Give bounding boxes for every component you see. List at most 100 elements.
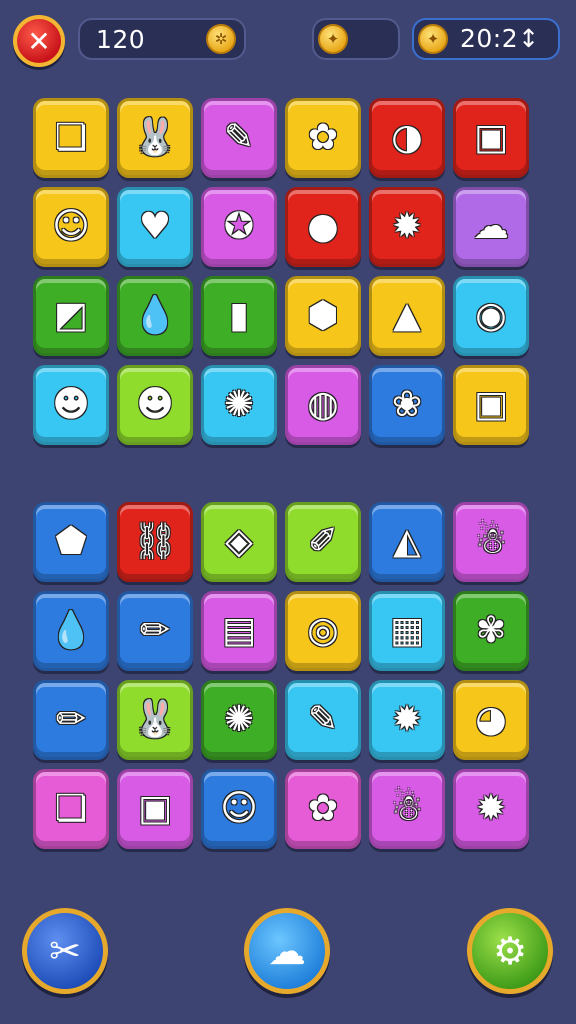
green-map-icon: ◭ [393,521,421,562]
tile-orange-monster[interactable]: ✺ [201,365,277,445]
tile-flower-face[interactable]: ❀ [369,365,445,445]
green-bag-icon: ▦ [389,610,424,651]
coin-icon: ✲ [206,24,236,54]
tile-pink-crayon[interactable]: ✏ [117,591,193,671]
tile-bunny[interactable]: 🐰 [117,680,193,760]
tile-red-heart[interactable]: ◈ [201,502,277,582]
red-drop-icon: 💧 [48,610,94,651]
tile-blue-gem[interactable]: ⬟ [33,502,109,582]
bunny-icon: 🐰 [132,699,178,740]
tile-green-brush[interactable]: ✎ [285,680,361,760]
tile-green-bag[interactable]: ▦ [369,591,445,671]
orange-bird-icon: ✪ [223,206,255,247]
tile-pin[interactable]: ✎ [201,98,277,178]
tile-red-cup[interactable]: ▮ [201,276,277,356]
timer-value: 20:2↕ [460,24,540,53]
orange-smiley-icon: ☺ [220,788,258,829]
bag-icon: ▣ [473,117,508,158]
yellow-pencil-icon: ✏ [55,699,87,740]
score-panel: 120 ✲ [78,18,246,60]
tile-red-case[interactable]: ▣ [453,365,529,445]
tile-gift-box[interactable]: ❏ [33,769,109,849]
blue-bubble-icon: ◎ [307,610,339,651]
tile-heart[interactable]: ♥ [117,187,193,267]
tile-red-bomb[interactable]: ◕ [453,680,529,760]
tile-orange-shell[interactable]: ◍ [285,365,361,445]
tile-red-drop[interactable]: 💧 [117,276,193,356]
tile-gift-box[interactable]: ❏ [33,98,109,178]
white-ghost-icon: ☃ [474,521,508,562]
chain-icon: ⛓ [132,521,178,562]
blue-orb-icon: ● [307,206,339,247]
red-heart-icon: ◈ [225,521,253,562]
purple-drop-icon: ▲ [393,295,421,336]
tile-sun-face[interactable]: ✹ [369,187,445,267]
tile-red-hair-face[interactable]: ☻ [33,365,109,445]
tile-yellow-bird[interactable]: ◉ [453,276,529,356]
flower-face-icon: ❀ [391,384,423,425]
carrot-icon: ✐ [307,521,339,562]
green-brush-icon: ✎ [307,699,339,740]
tile-green-hex[interactable]: ⬢ [285,276,361,356]
tile-red-drop[interactable]: 💧 [33,591,109,671]
orange-shell-icon: ◍ [307,384,339,425]
tile-yellow-pencil[interactable]: ✏ [33,680,109,760]
orange-gear-icon: ✺ [223,699,255,740]
settings-button[interactable]: ⚙ [467,908,553,994]
close-button[interactable]: ✕ [13,15,65,67]
tile-pink-ghost[interactable]: ☃ [369,769,445,849]
tile-orange-sun[interactable]: ✹ [369,680,445,760]
tile-purple-drop[interactable]: ▲ [369,276,445,356]
green-blob-icon: ✿ [307,788,339,829]
tile-yellow-sun[interactable]: ✹ [453,769,529,849]
tools-icon: ✂ [49,929,81,973]
tile-chain[interactable]: ⛓ [117,502,193,582]
tile-blue-case[interactable]: ▣ [117,769,193,849]
blue-gem-icon: ⬟ [55,521,87,562]
shuffle-button[interactable]: ✂ [22,908,108,994]
tile-orange-bird[interactable]: ✪ [201,187,277,267]
score-value: 120 [96,24,146,54]
gift-box-icon: ❏ [54,788,88,829]
face-circle-icon: ◑ [391,117,423,158]
tile-green-blob[interactable]: ✿ [285,769,361,849]
close-icon: ✕ [27,24,51,58]
tile-kid-face[interactable]: ☺ [33,187,109,267]
tile-green-map[interactable]: ◭ [369,502,445,582]
yellow-sun-icon: ✹ [475,788,507,829]
photo-frame-icon: ▤ [221,610,256,651]
tile-carrot[interactable]: ✐ [285,502,361,582]
red-hair-face-icon: ☻ [52,384,90,425]
cloud-icon: ☁ [268,929,306,973]
coin-icon: ✦ [418,24,448,54]
tile-green-blob[interactable]: ✿ [285,98,361,178]
tile-orange-smiley[interactable]: ☺ [201,769,277,849]
tile-bag[interactable]: ▣ [453,98,529,178]
hint-button[interactable]: ☁ [244,908,330,994]
tile-face-circle[interactable]: ◑ [369,98,445,178]
gear-icon: ⚙ [492,929,528,973]
blue-block-icon: ◩ [53,295,88,336]
tile-pink-face[interactable]: ☻ [117,365,193,445]
tile-orange-gear[interactable]: ✺ [201,680,277,760]
tile-photo-frame[interactable]: ▤ [201,591,277,671]
yellow-bird-icon: ◉ [475,295,507,336]
orange-monster-icon: ✺ [223,384,255,425]
tile-blue-block[interactable]: ◩ [33,276,109,356]
coin-panel: ✦ [312,18,400,60]
tile-blue-cloud[interactable]: ☁ [453,187,529,267]
tile-orange-splat[interactable]: ✾ [453,591,529,671]
blue-cloud-icon: ☁ [473,206,509,247]
tile-blue-bubble[interactable]: ◎ [285,591,361,671]
pink-face-icon: ☻ [136,384,174,425]
red-cup-icon: ▮ [229,295,249,336]
heart-icon: ♥ [138,206,172,247]
timer-panel: ✦ 20:2↕ [412,18,560,60]
tile-board-top: ❏ 🐰 ✎ ✿ ◑ ▣ ☺ ♥ ✪ ● ✹ ☁ ◩ 💧 ▮ ⬢ ▲ ◉ ☻ ☻ ✺ ◍ ❀ ▣ [33,98,529,445]
tile-blue-orb[interactable]: ● [285,187,361,267]
pink-crayon-icon: ✏ [139,610,171,651]
tile-bunny[interactable]: 🐰 [117,98,193,178]
tile-white-ghost[interactable]: ☃ [453,502,529,582]
red-bomb-icon: ◕ [475,699,507,740]
gift-box-icon: ❏ [54,117,88,158]
